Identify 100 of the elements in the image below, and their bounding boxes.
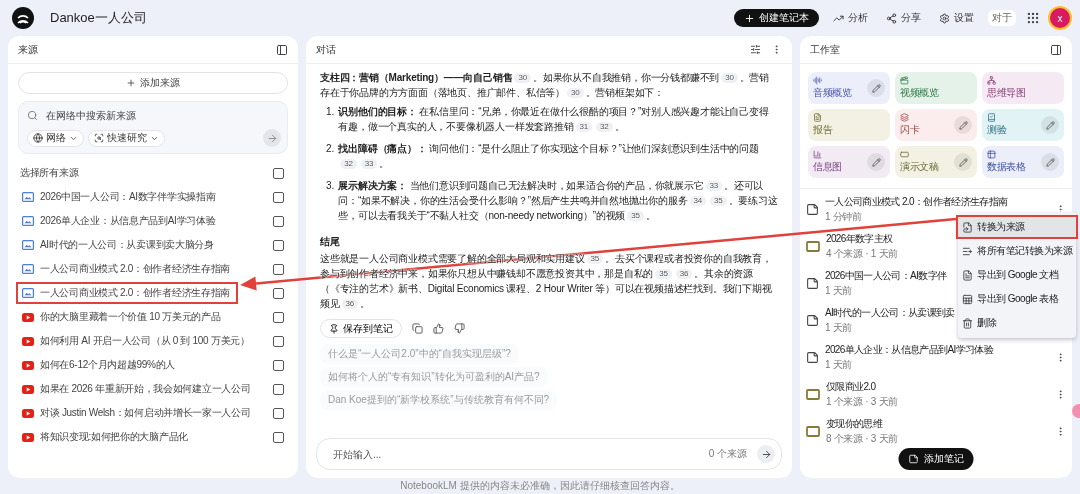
source-title[interactable]: 对谈 Justin Welsh：如何启动并增长一家一人公司: [40, 406, 251, 420]
studio-tile[interactable]: 数据表格: [982, 146, 1064, 178]
source-row-area[interactable]: 2026单人企业：从信息产品到AI学习体验: [16, 210, 224, 232]
citation-link[interactable]: 30: [514, 73, 531, 83]
panel-toggle-icon[interactable]: [276, 43, 288, 56]
checkbox[interactable]: [273, 383, 284, 395]
checkbox[interactable]: [273, 191, 284, 203]
save-to-note-button[interactable]: 保存到笔记: [320, 319, 402, 338]
checkbox[interactable]: [273, 287, 284, 299]
copy-icon[interactable]: [412, 323, 423, 334]
avatar[interactable]: x: [1050, 8, 1070, 28]
logo-icon[interactable]: [12, 7, 34, 29]
table-icon: [987, 150, 996, 159]
studio-tile[interactable]: 音频概览: [808, 72, 890, 104]
citation-link[interactable]: 32: [340, 159, 357, 169]
source-title[interactable]: 2026单人企业：从信息产品到AI学习体验: [40, 214, 216, 228]
note-title[interactable]: 一人公司商业模式 2.0：创作者经济生存指南: [825, 195, 1008, 209]
source-row-area[interactable]: 一人公司商业模式 2.0：创作者经济生存指南: [16, 258, 239, 280]
sliders-icon[interactable]: [750, 44, 761, 55]
citation-link[interactable]: 30: [567, 88, 584, 98]
section-heading: 结尾: [320, 235, 341, 249]
edit-button[interactable]: [867, 153, 885, 171]
source-row-area[interactable]: 你的大脑里藏着一个价值 10 万美元的产品: [16, 306, 229, 328]
list-number: 3.: [326, 179, 335, 193]
note-title[interactable]: AI时代的一人公司：从卖课到卖: [825, 306, 955, 320]
source-row-area[interactable]: 如果在 2026 年重新开始，我会如何建立一人公司: [16, 378, 259, 400]
checkbox[interactable]: [273, 263, 284, 275]
checkbox[interactable]: [273, 359, 284, 371]
file-arrow-icon: [962, 221, 973, 233]
edit-button[interactable]: [1041, 153, 1059, 171]
submit-button[interactable]: [263, 129, 281, 147]
video-play-icon: [22, 384, 34, 394]
studio-tile[interactable]: 视频概览: [895, 72, 977, 104]
edit-button[interactable]: [954, 116, 972, 134]
edit-button[interactable]: [867, 79, 885, 97]
document-icon: [813, 113, 822, 122]
checkbox[interactable]: [273, 311, 284, 323]
list-plus-icon: [962, 245, 973, 257]
plus-icon: [126, 78, 136, 88]
citation-link[interactable]: 35: [710, 196, 727, 206]
source-title[interactable]: 一人公司商业模式 2.0：创作者经济生存指南: [40, 262, 231, 276]
source-title[interactable]: 将知识变现:如何把你的大脑产品化: [40, 430, 188, 444]
checkbox[interactable]: [273, 167, 284, 179]
source-row-area[interactable]: AI时代的一人公司：从卖课到卖大脑分身: [16, 234, 222, 256]
source-row-area[interactable]: 2026中国一人公司：AI数字伴学实操指南: [16, 186, 224, 208]
source-title[interactable]: 你的大脑里藏着一个价值 10 万美元的产品: [40, 310, 221, 324]
share-button[interactable]: 分享: [882, 11, 925, 25]
studio-tile[interactable]: 演示文稿: [895, 146, 977, 178]
checkbox[interactable]: [273, 407, 284, 419]
research-dropdown[interactable]: 快速研究: [88, 129, 165, 147]
chat-input-box[interactable]: 开始输入... 0 个来源: [316, 438, 782, 470]
source-row-area[interactable]: 将知识变现:如何把你的大脑产品化: [16, 426, 196, 448]
studio-tile[interactable]: 信息图: [808, 146, 890, 178]
web-dropdown[interactable]: 网络: [27, 129, 84, 147]
source-title[interactable]: 如何在6-12个月内超越99%的人: [40, 358, 175, 372]
source-row-area[interactable]: 如何利用 AI 开启一人公司（从 0 到 100 万美元）: [16, 330, 258, 352]
create-notebook-button[interactable]: 创建笔记本: [734, 9, 819, 27]
edit-button[interactable]: [1041, 116, 1059, 134]
image-file-icon: [22, 216, 34, 226]
source-row-area[interactable]: 如何在6-12个月内超越99%的人: [16, 354, 183, 376]
menu-item[interactable]: 删除: [958, 313, 1076, 333]
menu-item[interactable]: 导出到 Google 表格: [958, 289, 1076, 309]
checkbox[interactable]: [273, 431, 284, 443]
notebook-icon: [806, 426, 820, 437]
note-title[interactable]: 变现你的思维: [826, 417, 883, 431]
studio-tile[interactable]: 测验: [982, 109, 1064, 141]
thumbs-up-icon[interactable]: [433, 323, 444, 334]
checkbox[interactable]: [273, 335, 284, 347]
checkbox[interactable]: [273, 215, 284, 227]
source-title[interactable]: 如果在 2026 年重新开始，我会如何建立一人公司: [40, 382, 251, 396]
checkbox[interactable]: [273, 239, 284, 251]
citation-link[interactable]: 30: [721, 73, 738, 83]
menu-item[interactable]: 导出到 Google 文档: [958, 265, 1076, 285]
note-icon: [908, 454, 919, 464]
studio-tile[interactable]: 报告: [808, 109, 890, 141]
analytics-button[interactable]: 分析: [829, 11, 872, 25]
source-title[interactable]: 2026中国一人公司：AI数字伴学实操指南: [40, 190, 216, 204]
menu-item[interactable]: 将所有笔记转换为来源: [958, 241, 1076, 261]
note-title[interactable]: 仅限商业2.0: [826, 380, 876, 394]
edit-button[interactable]: [954, 153, 972, 171]
apps-grid-icon[interactable]: [1026, 11, 1040, 25]
citation-link[interactable]: 32: [596, 122, 613, 132]
note-title[interactable]: 2026中国一人公司：AI数字伴: [825, 269, 947, 283]
source-title[interactable]: AI时代的一人公司：从卖课到卖大脑分身: [40, 238, 214, 252]
note-title[interactable]: 2026单人企业：从信息产品到AI学习体验: [825, 343, 994, 357]
search-field[interactable]: 在网络中搜索新来源: [46, 108, 281, 123]
send-button[interactable]: [757, 445, 775, 463]
note-title[interactable]: 2026年数字主权: [826, 232, 893, 246]
source-row-area[interactable]: 对谈 Justin Welsh：如何启动并增长一家一人公司: [16, 402, 259, 424]
add-source-button[interactable]: 添加来源: [18, 72, 288, 94]
thumbs-down-icon[interactable]: [454, 323, 465, 334]
studio-tile[interactable]: 闪卡: [895, 109, 977, 141]
add-note-button[interactable]: 添加笔记: [898, 448, 974, 470]
studio-tile[interactable]: 思维导图: [982, 72, 1064, 104]
search-icon: [27, 110, 38, 121]
menu-item[interactable]: 转换为来源: [958, 217, 1076, 237]
panel-toggle-icon[interactable]: [1050, 43, 1062, 56]
source-title[interactable]: 一人公司商业模式 2.0：创作者经济生存指南: [40, 286, 231, 300]
source-title[interactable]: 如何利用 AI 开启一人公司（从 0 到 100 万美元）: [40, 334, 250, 348]
settings-button[interactable]: 设置: [935, 11, 978, 25]
